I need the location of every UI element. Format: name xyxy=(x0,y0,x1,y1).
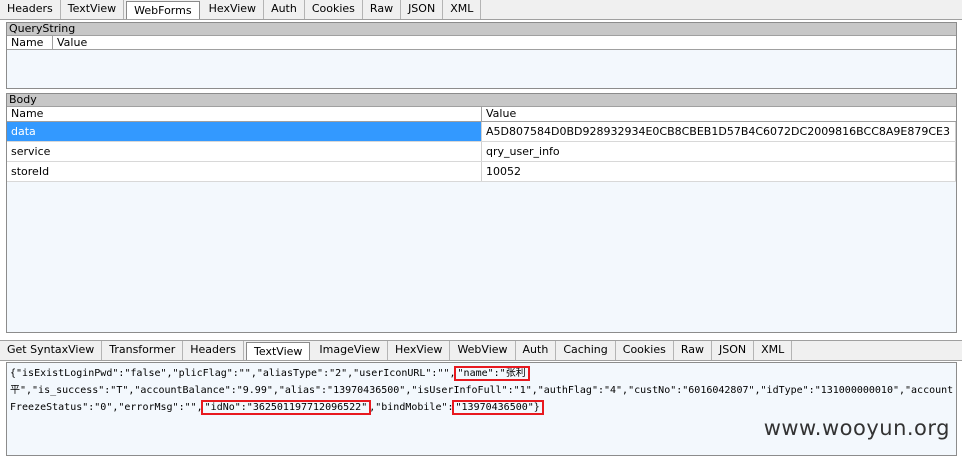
table-row[interactable]: storeId 10052 xyxy=(7,162,956,182)
tab-auth[interactable]: Auth xyxy=(264,0,305,19)
tab-auth[interactable]: Auth xyxy=(516,341,557,360)
response-text-segment: ,"bindMobile": xyxy=(369,402,454,413)
tab-hexview[interactable]: HexView xyxy=(388,341,451,360)
tab-cookies[interactable]: Cookies xyxy=(616,341,674,360)
response-line-2: 平","is_success":"T","accountBalance":"9.… xyxy=(10,385,954,396)
tab-cookies[interactable]: Cookies xyxy=(305,0,363,19)
tab-textview[interactable]: TextView xyxy=(61,0,125,19)
tab-raw[interactable]: Raw xyxy=(363,0,402,19)
tab-imageview[interactable]: ImageView xyxy=(312,341,388,360)
response-line-1: {"isExistLoginPwd":"false","plicFlag":""… xyxy=(10,366,530,381)
tab-textview[interactable]: TextView xyxy=(246,342,311,360)
querystring-col-value[interactable]: Value xyxy=(53,36,956,49)
querystring-group: QueryString Name Value xyxy=(6,22,957,89)
tab-headers[interactable]: Headers xyxy=(0,0,61,19)
response-text-segment: {"isExistLoginPwd":"false","plicFlag":""… xyxy=(10,368,456,379)
row-name: data xyxy=(7,122,482,141)
tab-webview[interactable]: WebView xyxy=(450,341,516,360)
tab-webforms[interactable]: WebForms xyxy=(126,1,200,19)
body-title: Body xyxy=(7,94,956,107)
table-row[interactable]: service qry_user_info xyxy=(7,142,956,162)
highlight-name: "name":"张利 xyxy=(453,366,530,381)
response-tab-bar: Get SyntaxView Transformer Headers TextV… xyxy=(0,340,962,361)
response-line-3: FreezeStatus":"0","errorMsg":"", "idNo":"… xyxy=(10,400,544,415)
row-value: qry_user_info xyxy=(482,142,956,161)
querystring-col-name[interactable]: Name xyxy=(7,36,53,49)
tab-get-syntaxview[interactable]: Get SyntaxView xyxy=(0,341,103,360)
request-tab-bar: Headers TextView WebForms HexView Auth C… xyxy=(0,0,962,20)
highlight-bind-mobile: "13970436500"} xyxy=(451,400,544,415)
row-name: service xyxy=(7,142,482,161)
tab-json[interactable]: JSON xyxy=(712,341,755,360)
highlight-idno: "idNo":"362501197712096522" xyxy=(200,400,372,415)
tab-xml[interactable]: XML xyxy=(754,341,793,360)
body-col-name[interactable]: Name xyxy=(7,107,482,121)
tab-hexview[interactable]: HexView xyxy=(202,0,265,19)
body-grid-header: Name Value xyxy=(7,107,956,122)
row-name: storeId xyxy=(7,162,482,181)
table-row[interactable]: data A5D807584D0BD928932934E0CB8CBEB1D57… xyxy=(7,122,956,142)
response-textview[interactable]: {"isExistLoginPwd":"false","plicFlag":""… xyxy=(6,362,957,456)
tab-transformer[interactable]: Transformer xyxy=(102,341,184,360)
body-col-value[interactable]: Value xyxy=(482,107,956,121)
tab-raw[interactable]: Raw xyxy=(674,341,712,360)
body-group: Body Name Value data A5D807584D0BD928932… xyxy=(6,93,957,333)
row-value: A5D807584D0BD928932934E0CB8CBEB1D57B4C60… xyxy=(482,122,956,141)
tab-xml[interactable]: XML xyxy=(443,0,482,19)
watermark: www.wooyun.org xyxy=(763,416,950,440)
querystring-grid-header: Name Value xyxy=(7,36,956,50)
tab-headers[interactable]: Headers xyxy=(183,341,245,360)
row-value: 10052 xyxy=(482,162,956,181)
querystring-title: QueryString xyxy=(7,23,956,36)
response-text-segment: FreezeStatus":"0","errorMsg":"", xyxy=(10,402,203,413)
tab-caching[interactable]: Caching xyxy=(556,341,616,360)
tab-json[interactable]: JSON xyxy=(401,0,444,19)
